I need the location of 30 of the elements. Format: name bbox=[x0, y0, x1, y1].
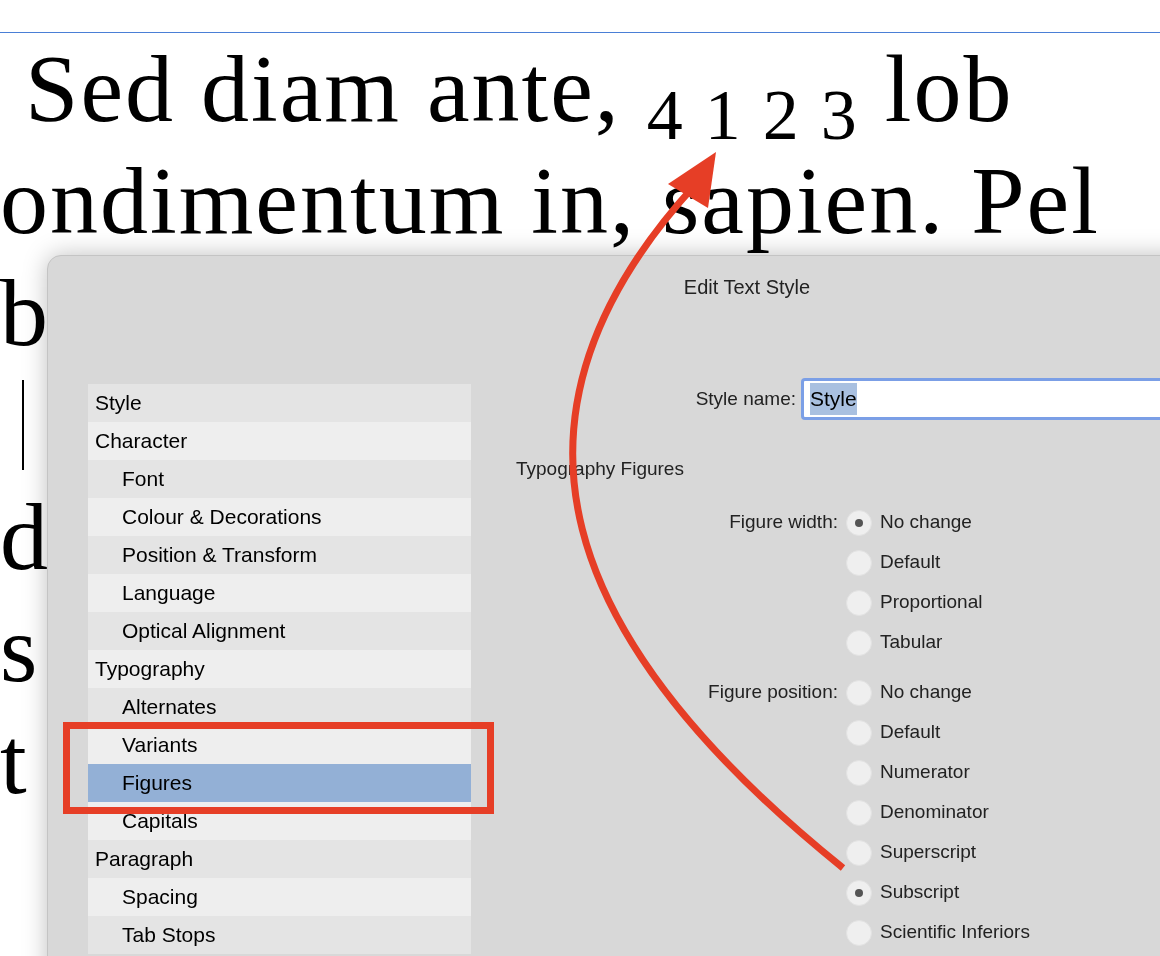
category-item[interactable]: Language bbox=[88, 574, 471, 612]
document-text: s bbox=[0, 594, 40, 704]
radio-label: No change bbox=[880, 510, 972, 535]
radio-label: Tabular bbox=[880, 630, 943, 655]
radio-label: Numerator bbox=[880, 760, 970, 785]
category-item[interactable]: Character bbox=[88, 422, 471, 460]
document-text: t bbox=[0, 706, 29, 816]
document-text: d bbox=[0, 482, 50, 592]
dialog-title: Edit Text Style bbox=[683, 275, 811, 300]
field-label: Style name: bbox=[695, 386, 796, 411]
radio-label: No change bbox=[880, 680, 972, 705]
radio-label: Default bbox=[880, 550, 941, 575]
document-text: Sed diam ante, $_{4 1 2 3}$ lob bbox=[25, 34, 1014, 145]
group-label: Figure position: bbox=[708, 680, 838, 705]
radio-label: Default bbox=[880, 720, 941, 745]
category-item[interactable]: Colour & Decorations bbox=[88, 498, 471, 536]
radio-button[interactable] bbox=[846, 509, 872, 536]
radio-label: Proportional bbox=[880, 590, 983, 615]
radio-button[interactable] bbox=[846, 879, 872, 906]
category-item[interactable]: Spacing bbox=[88, 878, 471, 916]
radio-label: Denominator bbox=[880, 800, 989, 825]
category-item[interactable]: Figures bbox=[88, 764, 471, 802]
radio-button[interactable] bbox=[846, 839, 872, 866]
radio-label: Superscript bbox=[880, 840, 977, 865]
radio-label: Scientific Inferiors bbox=[880, 920, 1030, 945]
document-text: b bbox=[0, 258, 50, 368]
radio-label: Subscript bbox=[880, 880, 960, 905]
category-item[interactable]: Typography bbox=[88, 650, 471, 688]
group-label: Figure width: bbox=[729, 510, 838, 535]
style-name-field[interactable]: Style bbox=[801, 378, 1160, 420]
